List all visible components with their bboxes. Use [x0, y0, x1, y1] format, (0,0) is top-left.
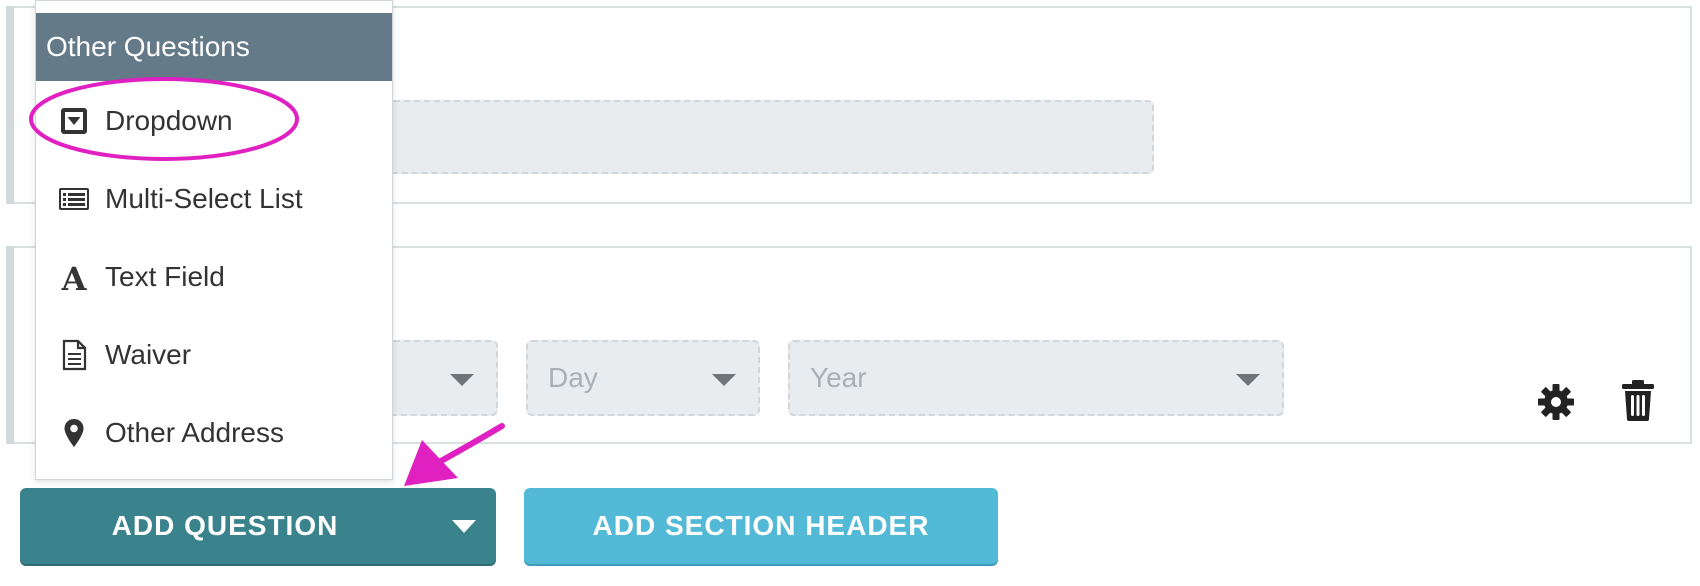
- day-select[interactable]: Day: [526, 340, 760, 416]
- add-question-button[interactable]: ADD QUESTION: [20, 488, 496, 564]
- add-section-header-button[interactable]: ADD SECTION HEADER: [524, 488, 998, 564]
- menu-item-label: Waiver: [105, 339, 192, 370]
- document-icon: [62, 339, 87, 371]
- chevron-down-icon: [712, 374, 736, 386]
- question-type-menu: Other Questions Dropdown Multi-Select Li…: [35, 0, 393, 480]
- year-select[interactable]: Year: [788, 340, 1284, 416]
- map-pin-icon: [64, 419, 84, 447]
- month-select[interactable]: [388, 340, 498, 416]
- dropdown-icon: [61, 108, 87, 134]
- card-drag-bar[interactable]: [6, 6, 14, 204]
- text-field-icon: A: [61, 261, 88, 293]
- placeholder-input-field: [388, 100, 1154, 174]
- menu-item-label: Text Field: [105, 261, 225, 292]
- menu-item-multi-select-list[interactable]: Multi-Select List: [36, 163, 392, 235]
- svg-text:A: A: [61, 261, 88, 293]
- menu-item-label: Multi-Select List: [105, 183, 303, 214]
- menu-item-dropdown[interactable]: Dropdown: [36, 85, 392, 157]
- day-select-placeholder: Day: [548, 362, 598, 393]
- add-question-label: ADD QUESTION: [111, 510, 339, 541]
- year-select-placeholder: Year: [810, 362, 867, 393]
- chevron-down-icon: [450, 374, 474, 386]
- menu-item-label: Dropdown: [105, 105, 233, 136]
- card-drag-bar[interactable]: [6, 246, 14, 444]
- list-icon: [59, 188, 89, 210]
- gear-icon[interactable]: [1536, 380, 1576, 424]
- trash-icon[interactable]: [1618, 378, 1658, 422]
- chevron-down-icon: [1236, 374, 1260, 386]
- menu-item-label: Other Address: [105, 417, 284, 448]
- menu-item-text-field[interactable]: A Text Field: [36, 241, 392, 313]
- chevron-down-icon[interactable]: [452, 520, 476, 533]
- menu-item-other-address[interactable]: Other Address: [36, 397, 392, 469]
- menu-section-header: Other Questions: [36, 13, 392, 81]
- menu-item-waiver[interactable]: Waiver: [36, 319, 392, 391]
